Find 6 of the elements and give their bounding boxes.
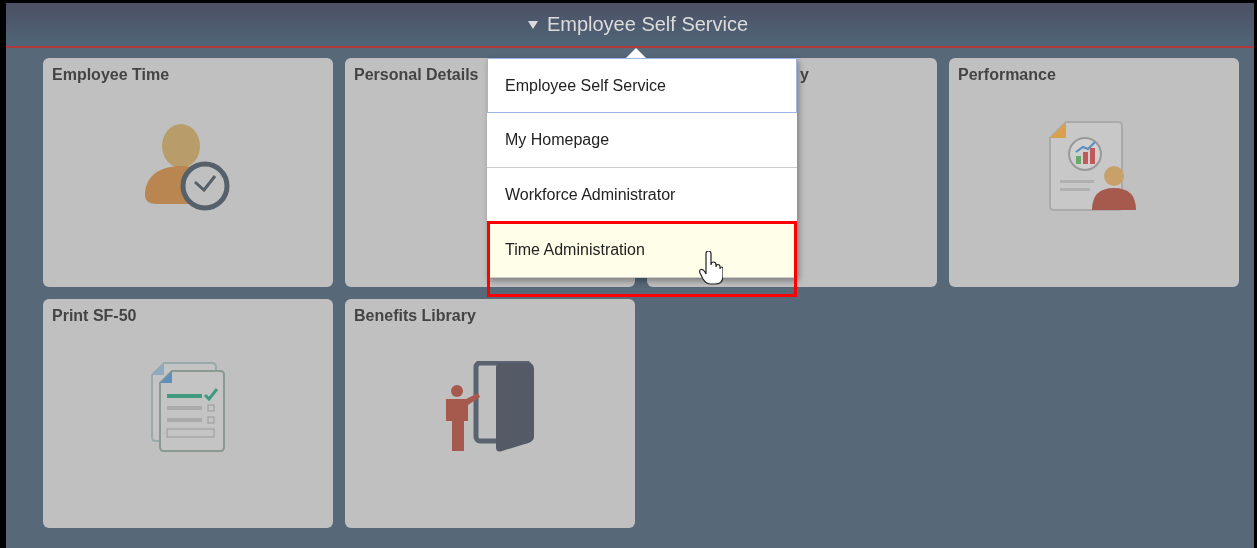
tile-title: Employee Time [51,65,171,84]
tile-title: Personal Details [353,65,480,84]
tile-title: Performance [957,65,1057,84]
tile-title: Benefits Library [353,306,477,325]
tile-title: y [799,65,810,84]
tile-title: Print SF-50 [51,306,138,325]
